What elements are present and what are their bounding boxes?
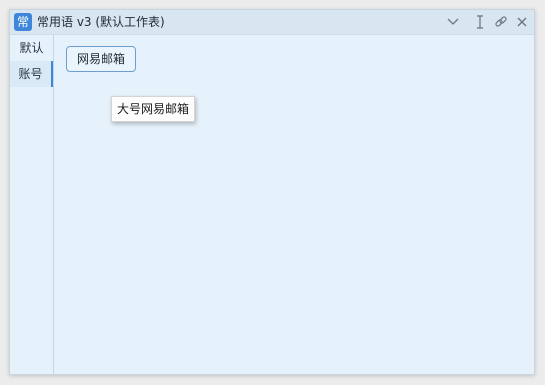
sidebar-item-default[interactable]: 默认 (10, 35, 53, 61)
sidebar-item-account[interactable]: 账号 (10, 61, 53, 87)
close-icon[interactable] (514, 14, 530, 30)
link-icon[interactable] (493, 14, 509, 30)
vertical-arrows-icon[interactable] (472, 14, 488, 30)
phrase-button[interactable]: 网易邮箱 (66, 46, 137, 72)
phrase-tooltip: 大号网易邮箱 (111, 96, 196, 122)
chevron-down-icon[interactable] (445, 14, 461, 30)
phrases-window: 常 常用语 v3 (默认工作表) 默认 账号 网易邮箱 大号网易邮箱 (9, 9, 535, 375)
app-icon: 常 (14, 13, 32, 31)
category-sidebar: 默认 账号 (10, 35, 54, 374)
window-title: 常用语 v3 (默认工作表) (37, 15, 165, 29)
title-bar[interactable]: 常 常用语 v3 (默认工作表) (10, 10, 534, 35)
phrase-panel: 网易邮箱 大号网易邮箱 (54, 35, 534, 374)
